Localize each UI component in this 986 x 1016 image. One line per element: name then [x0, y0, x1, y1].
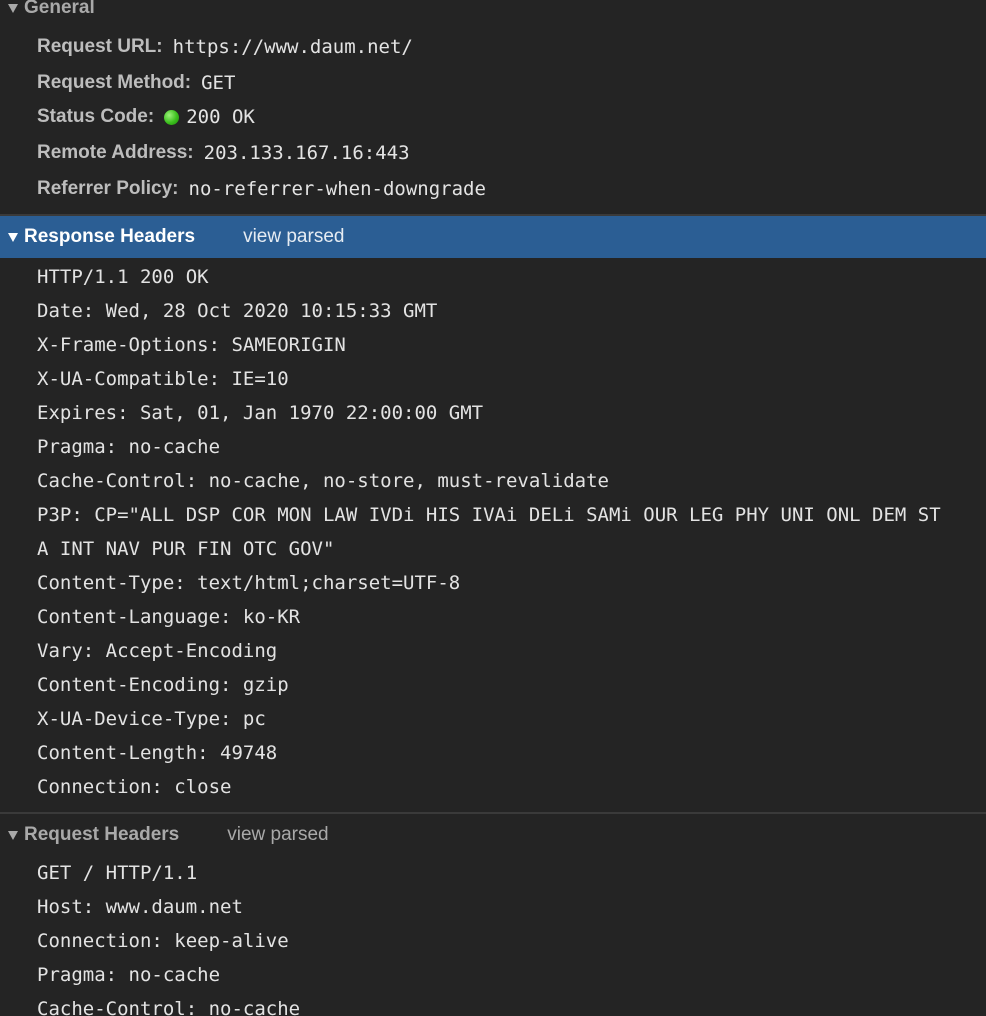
referrer-policy-value: no-referrer-when-downgrade — [188, 178, 486, 200]
remote-address-label: Remote Address: — [37, 142, 194, 163]
response-header-line: Vary: Accept-Encoding — [37, 640, 278, 662]
referrer-policy-row: Referrer Policy: no-referrer-when-downgr… — [37, 171, 486, 207]
response-header-line: X-UA-Compatible: IE=10 — [37, 368, 289, 390]
request-headers-section-header[interactable]: Request Headers view parsed — [0, 812, 986, 856]
response-header-line: X-UA-Device-Type: pc — [37, 708, 266, 730]
request-url-row: Request URL: https://www.daum.net/ — [37, 29, 413, 65]
request-header-line: Host: www.daum.net — [37, 896, 243, 918]
response-header-line: P3P: CP="ALL DSP COR MON LAW IVDi HIS IV… — [37, 504, 941, 526]
expand-triangle-icon[interactable] — [8, 232, 18, 242]
request-headers-title: Request Headers — [24, 824, 180, 845]
response-header-line: HTTP/1.1 200 OK — [37, 266, 209, 288]
general-section-header[interactable]: General — [0, 0, 986, 29]
request-method-label: Request Method: — [37, 72, 192, 93]
response-header-line: Connection: close — [37, 776, 232, 798]
response-header-line: Content-Length: 49748 — [37, 742, 278, 764]
response-header-line: Date: Wed, 28 Oct 2020 10:15:33 GMT — [37, 300, 438, 322]
request-header-line: Connection: keep-alive — [37, 930, 289, 952]
expand-triangle-icon[interactable] — [8, 830, 18, 840]
response-header-line: Pragma: no-cache — [37, 436, 221, 458]
response-headers-section-header[interactable]: Response Headers view parsed — [0, 214, 986, 258]
status-code-value: 200 OK — [186, 106, 255, 128]
remote-address-value: 203.133.167.16:443 — [203, 142, 410, 164]
response-header-line: Content-Language: ko-KR — [37, 606, 301, 628]
response-header-line: Cache-Control: no-cache, no-store, must-… — [37, 470, 609, 492]
response-header-line: A INT NAV PUR FIN OTC GOV" — [37, 538, 335, 560]
request-url-value: https://www.daum.net/ — [172, 36, 413, 58]
request-header-line: Cache-Control: no-cache — [37, 998, 301, 1016]
response-header-line: Content-Type: text/html;charset=UTF-8 — [37, 572, 461, 594]
response-headers-title: Response Headers — [24, 226, 196, 247]
request-method-row: Request Method: GET — [37, 65, 235, 101]
request-header-line: GET / HTTP/1.1 — [37, 862, 198, 884]
request-method-value: GET — [201, 72, 236, 94]
response-view-parsed-link[interactable]: view parsed — [243, 226, 344, 248]
referrer-policy-label: Referrer Policy: — [37, 178, 179, 199]
general-title: General — [24, 0, 95, 18]
status-code-label: Status Code: — [37, 106, 155, 127]
response-header-line: Content-Encoding: gzip — [37, 674, 289, 696]
request-url-label: Request URL: — [37, 36, 163, 57]
status-code-row: Status Code: 200 OK — [37, 99, 255, 135]
response-header-line: Expires: Sat, 01, Jan 1970 22:00:00 GMT — [37, 402, 484, 424]
remote-address-row: Remote Address: 203.133.167.16:443 — [37, 135, 410, 171]
status-ok-icon — [164, 109, 180, 125]
request-header-line: Pragma: no-cache — [37, 964, 221, 986]
request-view-parsed-link[interactable]: view parsed — [227, 824, 328, 846]
expand-triangle-icon[interactable] — [8, 3, 18, 13]
response-header-line: X-Frame-Options: SAMEORIGIN — [37, 334, 346, 356]
